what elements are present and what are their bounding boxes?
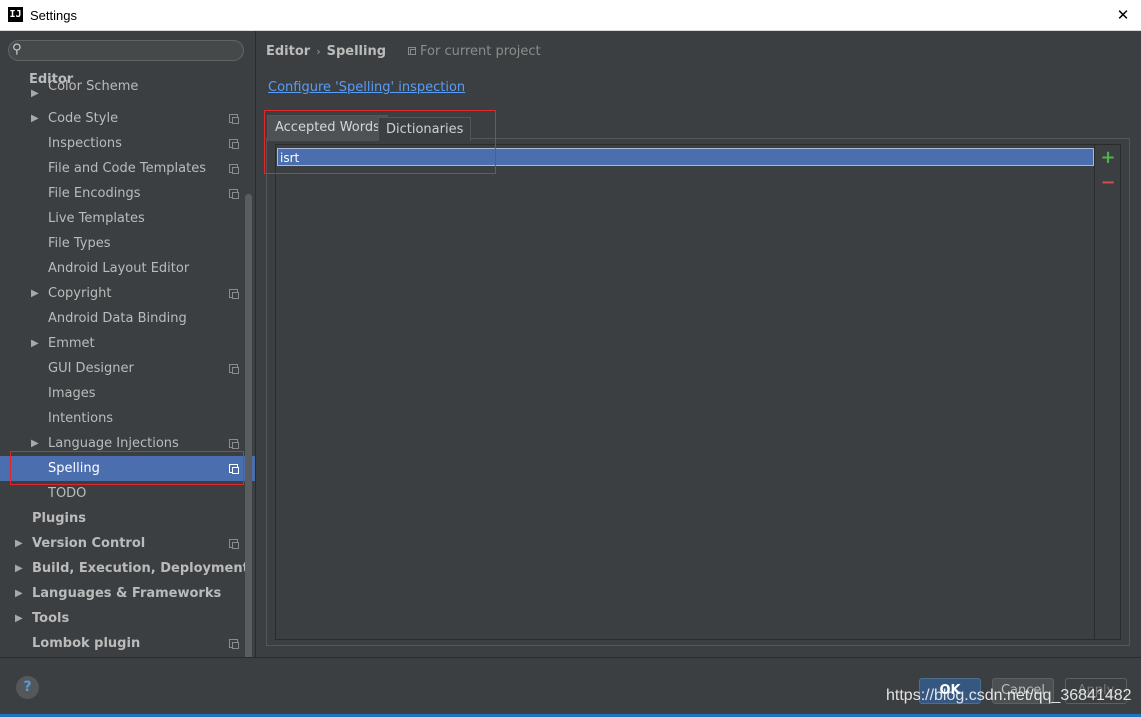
window-title: Settings xyxy=(30,8,77,23)
breadcrumb: Editor › Spelling For current project xyxy=(266,43,541,61)
sidebar-item-inspections[interactable]: Inspections xyxy=(0,131,255,156)
sidebar-item-color-scheme[interactable]: ▶ Color Scheme xyxy=(0,79,255,106)
expand-arrow-icon[interactable]: ▶ xyxy=(15,581,23,606)
project-scope-icon xyxy=(408,47,417,55)
accepted-words-list[interactable]: isrt xyxy=(275,144,1095,640)
project-scope-icon xyxy=(229,639,239,649)
expand-arrow-icon[interactable]: ▶ xyxy=(15,531,23,556)
project-scope-icon xyxy=(229,139,239,149)
dialog-footer: ? OK Cancel Apply https://blog.csdn.net/… xyxy=(0,657,1141,717)
expand-arrow-icon[interactable]: ▶ xyxy=(15,556,23,581)
title-bar: IJ Settings ✕ xyxy=(0,0,1141,31)
cancel-button[interactable]: Cancel xyxy=(992,678,1054,704)
help-icon[interactable]: ? xyxy=(16,676,39,699)
sidebar-scrollbar[interactable] xyxy=(245,194,252,657)
scope-label: For current project xyxy=(420,44,541,59)
list-toolbar: + − xyxy=(1095,144,1121,640)
tab-dictionaries[interactable]: Dictionaries xyxy=(378,117,472,141)
expand-arrow-icon[interactable]: ▶ xyxy=(31,81,39,106)
sidebar-item-plugins[interactable]: Plugins xyxy=(0,506,255,531)
remove-word-icon[interactable]: − xyxy=(1100,174,1116,192)
breadcrumb-separator: › xyxy=(316,45,321,58)
sidebar-item-live-templates[interactable]: Live Templates xyxy=(0,206,255,231)
close-icon[interactable]: ✕ xyxy=(1113,5,1133,25)
project-scope-icon xyxy=(229,464,239,474)
sidebar-item-file-types[interactable]: File Types xyxy=(0,231,255,256)
sidebar-item-spelling[interactable]: Spelling xyxy=(0,456,255,481)
search-icon: ⚲ xyxy=(12,42,22,57)
ok-button[interactable]: OK xyxy=(919,678,981,704)
expand-arrow-icon[interactable]: ▶ xyxy=(31,106,39,131)
sidebar-item-android-layout-editor[interactable]: Android Layout Editor xyxy=(0,256,255,281)
project-scope-icon xyxy=(229,439,239,449)
project-scope-icon xyxy=(229,114,239,124)
sidebar-item-file-and-code-templates[interactable]: File and Code Templates xyxy=(0,156,255,181)
settings-sidebar: ⚲ Editor ▶ Color Scheme ▶ Code Style Ins… xyxy=(0,31,255,657)
project-scope-icon xyxy=(229,189,239,199)
intellij-app-icon: IJ xyxy=(8,7,23,22)
sidebar-item-copyright[interactable]: ▶ Copyright xyxy=(0,281,255,306)
sidebar-item-emmet[interactable]: ▶ Emmet xyxy=(0,331,255,356)
breadcrumb-editor: Editor xyxy=(266,44,311,59)
project-scope-icon xyxy=(229,539,239,549)
list-item[interactable]: isrt xyxy=(277,148,1094,166)
spelling-settings-panel: Editor › Spelling For current project Confi… xyxy=(256,31,1141,657)
expand-arrow-icon[interactable]: ▶ xyxy=(31,281,39,306)
expand-arrow-icon[interactable]: ▶ xyxy=(31,331,39,356)
sidebar-item-languages-frameworks[interactable]: ▶ Languages & Frameworks xyxy=(0,581,255,606)
project-scope-icon xyxy=(229,164,239,174)
settings-search[interactable]: ⚲ xyxy=(8,40,244,61)
sidebar-item-todo[interactable]: TODO xyxy=(0,481,255,506)
sidebar-item-language-injections[interactable]: ▶ Language Injections xyxy=(0,431,255,456)
sidebar-item-intentions[interactable]: Intentions xyxy=(0,406,255,431)
sidebar-item-build-execution-deployment[interactable]: ▶ Build, Execution, Deployment xyxy=(0,556,255,581)
project-scope-icon xyxy=(229,289,239,299)
sidebar-item-gui-designer[interactable]: GUI Designer xyxy=(0,356,255,381)
expand-arrow-icon[interactable]: ▶ xyxy=(31,431,39,456)
sidebar-item-android-data-binding[interactable]: Android Data Binding xyxy=(0,306,255,331)
configure-inspection-link[interactable]: Configure 'Spelling' inspection xyxy=(268,80,465,95)
sidebar-item-tools[interactable]: ▶ Tools xyxy=(0,606,255,631)
search-input[interactable] xyxy=(33,42,238,59)
sidebar-item-file-encodings[interactable]: File Encodings xyxy=(0,181,255,206)
tab-accepted-words[interactable]: Accepted Words xyxy=(267,115,388,141)
sidebar-item-images[interactable]: Images xyxy=(0,381,255,406)
sidebar-item-version-control[interactable]: ▶ Version Control xyxy=(0,531,255,556)
sidebar-item-lombok-plugin[interactable]: Lombok plugin xyxy=(0,631,255,656)
apply-button[interactable]: Apply xyxy=(1065,678,1127,704)
project-scope-icon xyxy=(229,364,239,374)
breadcrumb-spelling: Spelling xyxy=(326,44,387,59)
expand-arrow-icon[interactable]: ▶ xyxy=(15,606,23,631)
add-word-icon[interactable]: + xyxy=(1100,149,1116,167)
sidebar-item-code-style[interactable]: ▶ Code Style xyxy=(0,106,255,131)
